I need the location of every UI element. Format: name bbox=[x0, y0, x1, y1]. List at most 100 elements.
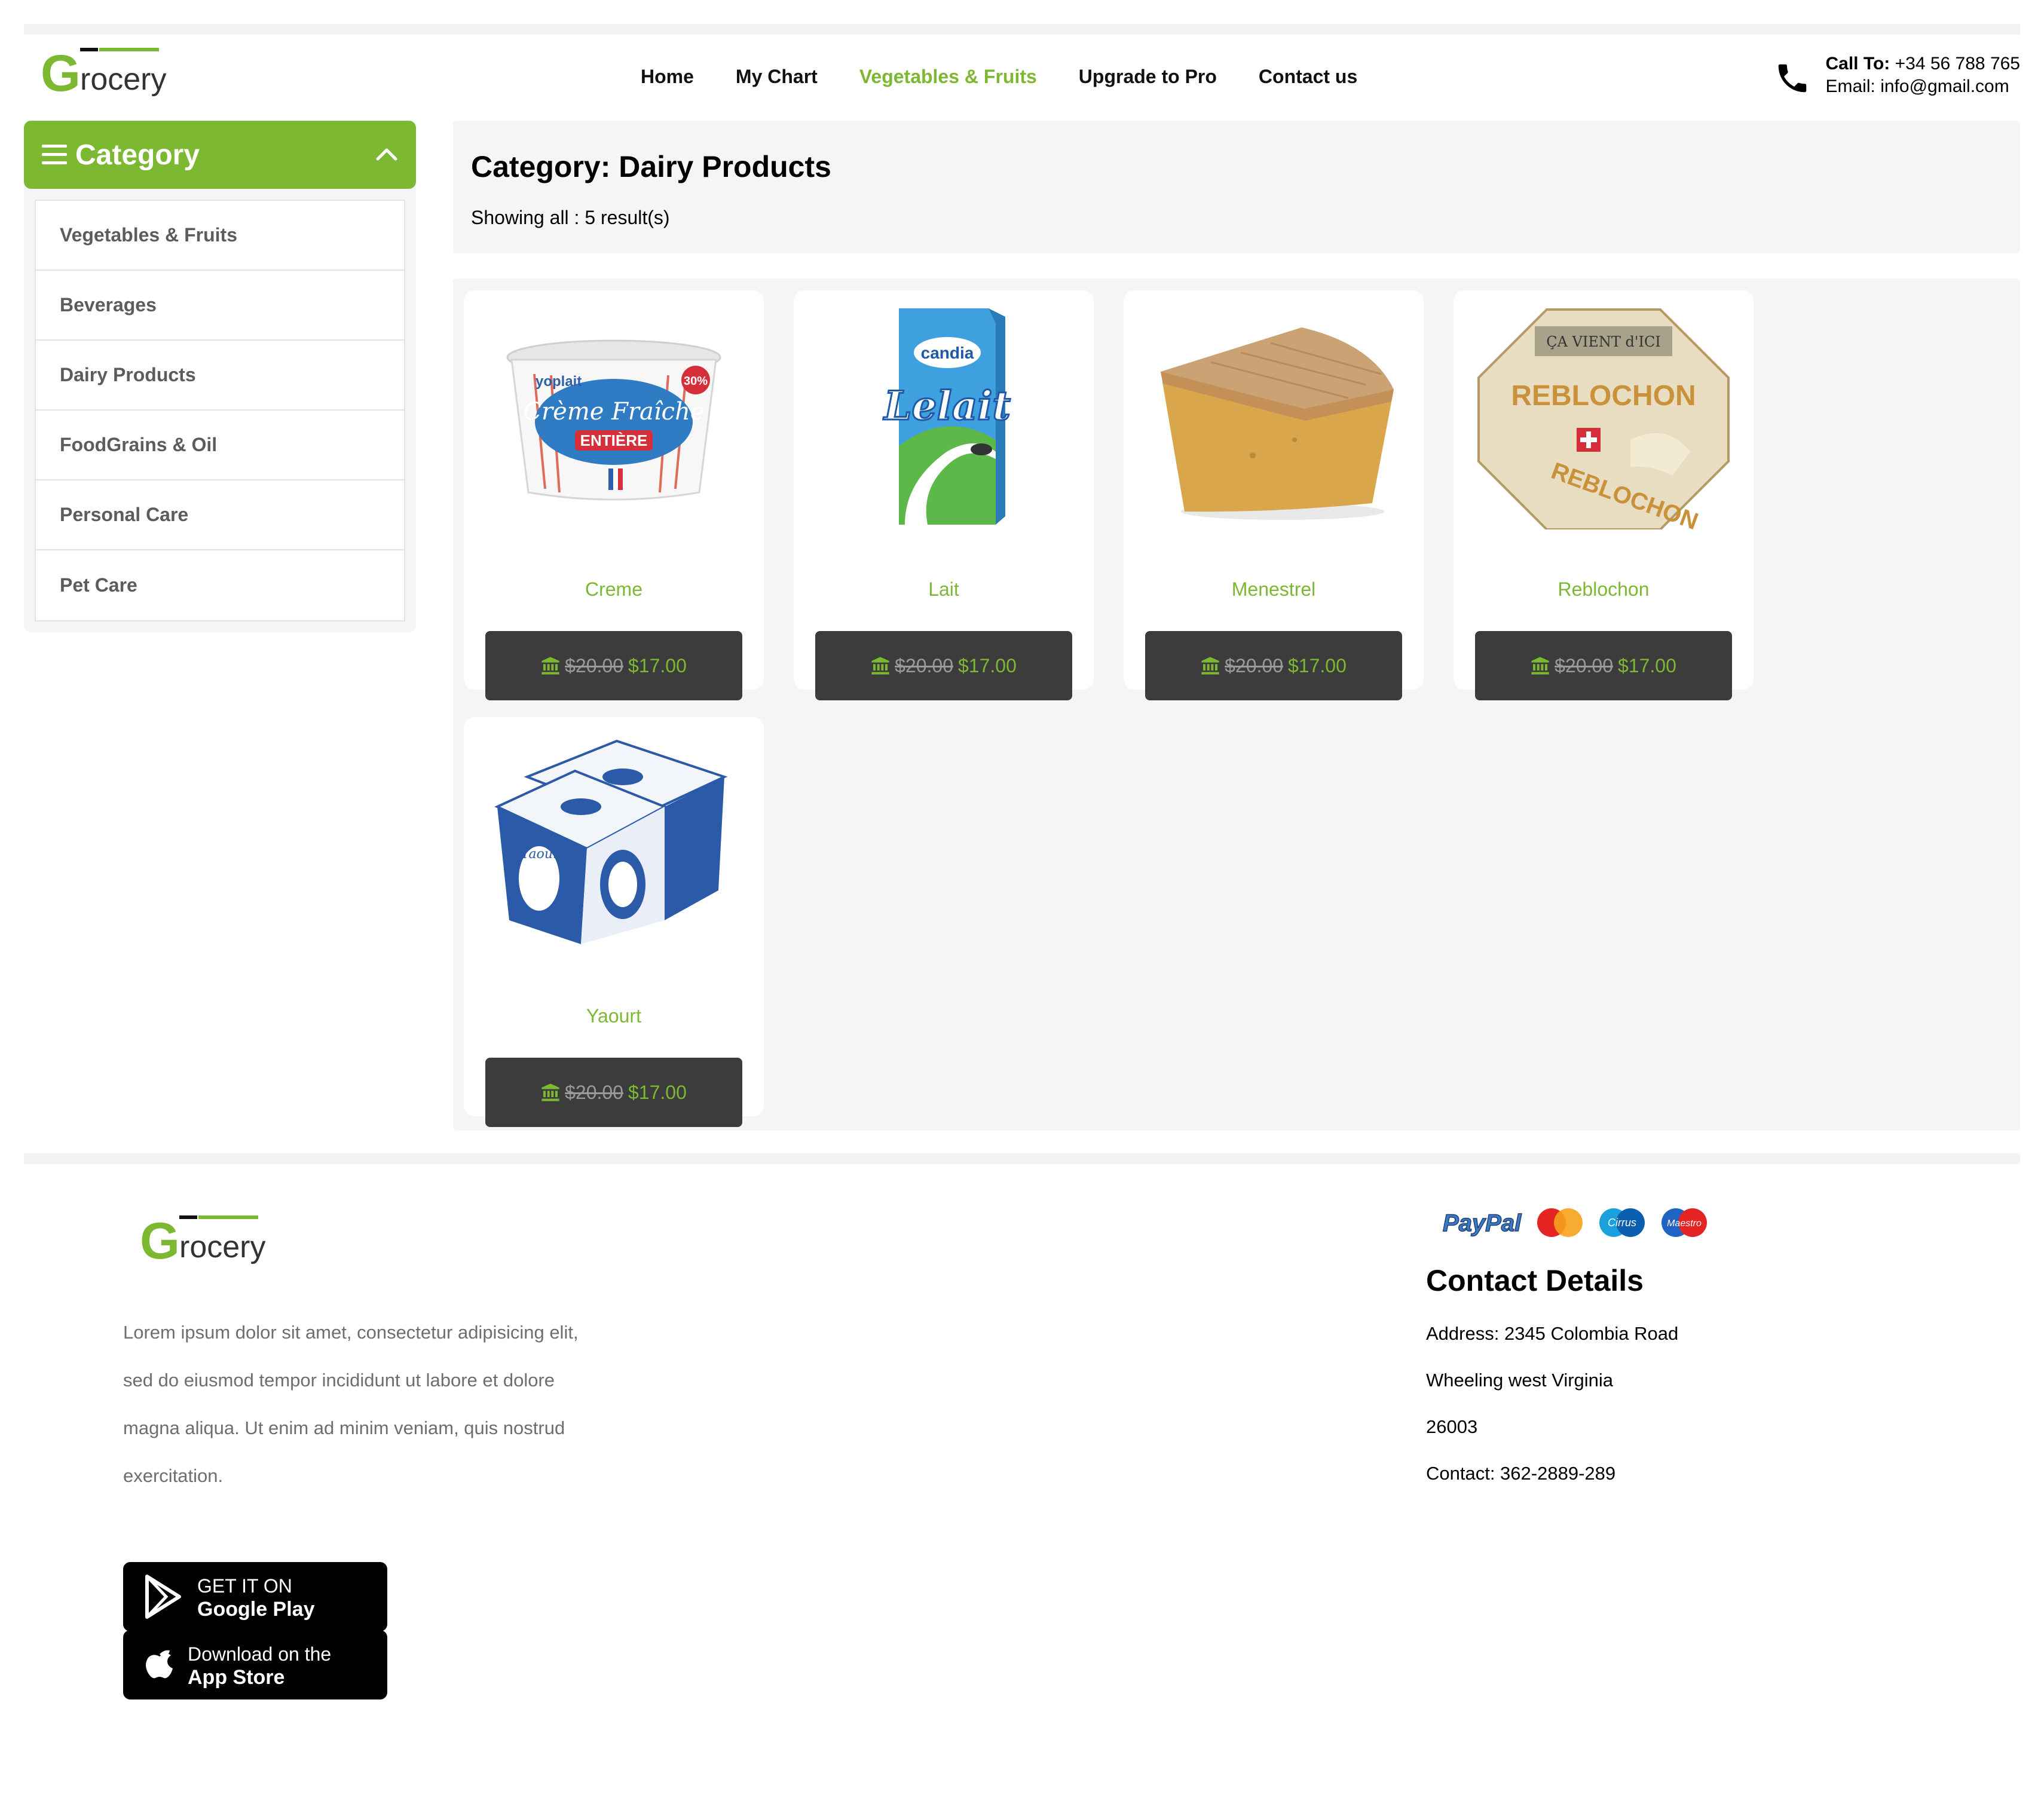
product-name[interactable]: Reblochon bbox=[1454, 578, 1754, 601]
phone-icon bbox=[1778, 64, 1807, 93]
product-name[interactable]: Yaourt bbox=[464, 1005, 764, 1027]
add-to-cart-button[interactable]: $20.00 $17.00 bbox=[485, 631, 742, 700]
svg-text:Yaourt: Yaourt bbox=[521, 847, 565, 862]
product-name[interactable]: Lait bbox=[794, 578, 1094, 601]
app-store-line1: Download on the bbox=[188, 1643, 332, 1665]
footer-grocery-logo[interactable]: G rocery bbox=[140, 1212, 301, 1266]
svg-text:Lelait: Lelait bbox=[883, 382, 1011, 429]
svg-text:G: G bbox=[41, 45, 81, 98]
product-name[interactable]: Menestrel bbox=[1124, 578, 1424, 601]
svg-text:yoplait: yoplait bbox=[536, 373, 582, 390]
svg-text:30%: 30% bbox=[684, 375, 708, 388]
svg-text:rocery: rocery bbox=[179, 1230, 265, 1264]
footer-about-line: magna aliqua. Ut enim ad minim veniam, q… bbox=[123, 1417, 565, 1438]
category-sidebar: Category Vegetables & Fruits Beverages D… bbox=[24, 121, 416, 632]
svg-text:REBLOCHON: REBLOCHON bbox=[1511, 380, 1696, 412]
category-item-vegetables-fruits[interactable]: Vegetables & Fruits bbox=[36, 201, 404, 271]
new-price: $17.00 bbox=[628, 654, 687, 676]
svg-text:PayPal: PayPal bbox=[1443, 1210, 1522, 1236]
svg-text:candia: candia bbox=[921, 344, 974, 362]
mastercard-icon bbox=[1537, 1208, 1583, 1237]
paypal-icon: PayPal bbox=[1442, 1209, 1522, 1237]
chevron-up-icon[interactable] bbox=[375, 145, 398, 163]
product-card[interactable]: Crème Fraîche ENTIÈRE yoplait 30% Creme … bbox=[464, 290, 764, 700]
contact-city-line: Wheeling west Virginia bbox=[1426, 1370, 1614, 1391]
lait-product-image[interactable]: candia Lelait bbox=[815, 302, 1072, 529]
product-card[interactable]: candia Lelait Lait $20.00 $17.00 bbox=[794, 290, 1094, 700]
site-header: G rocery Home My Chart Vegetables & Frui… bbox=[24, 35, 2020, 120]
contact-address-line: Address: 2345 Colombia Road bbox=[1426, 1323, 1679, 1344]
footer-divider bbox=[24, 1153, 2020, 1164]
add-to-cart-button[interactable]: $20.00 $17.00 bbox=[1145, 631, 1402, 700]
old-price: $20.00 bbox=[565, 654, 623, 676]
main-nav: Home My Chart Vegetables & Fruits Upgrad… bbox=[641, 66, 1357, 88]
contact-details-heading: Contact Details bbox=[1426, 1264, 1644, 1297]
app-store-button[interactable]: Download on the App Store bbox=[123, 1630, 387, 1699]
category-title: Category bbox=[75, 139, 200, 171]
menu-icon bbox=[42, 145, 67, 164]
bank-icon bbox=[1531, 657, 1549, 675]
contact-phone-line[interactable]: Contact: 362-2889-289 bbox=[1426, 1463, 1615, 1484]
old-price: $20.00 bbox=[565, 1081, 623, 1103]
nav-my-chart[interactable]: My Chart bbox=[736, 66, 818, 88]
old-price: $20.00 bbox=[895, 654, 953, 676]
bank-icon bbox=[541, 1083, 559, 1101]
product-card[interactable]: Yaourt Yaourt $20.00 $17.00 bbox=[464, 717, 764, 1127]
new-price: $17.00 bbox=[1618, 654, 1676, 676]
category-list: Vegetables & Fruits Beverages Dairy Prod… bbox=[35, 200, 405, 621]
category-item-beverages[interactable]: Beverages bbox=[36, 271, 404, 341]
contact-zip-line: 26003 bbox=[1426, 1416, 1478, 1437]
page-title: Category: Dairy Products bbox=[471, 150, 831, 183]
bank-icon bbox=[1201, 657, 1219, 675]
category-heading-box: Category: Dairy Products Showing all : 5… bbox=[453, 121, 2020, 253]
product-grid: Crème Fraîche ENTIÈRE yoplait 30% Creme … bbox=[453, 278, 2020, 1131]
google-play-icon bbox=[145, 1575, 181, 1619]
call-number[interactable]: +34 56 788 765 bbox=[1895, 54, 2020, 74]
add-to-cart-button[interactable]: $20.00 $17.00 bbox=[485, 1058, 742, 1127]
creme-product-image[interactable]: Crème Fraîche ENTIÈRE yoplait 30% bbox=[485, 302, 742, 529]
svg-text:Crème Fraîche: Crème Fraîche bbox=[523, 398, 704, 425]
add-to-cart-button[interactable]: $20.00 $17.00 bbox=[815, 631, 1072, 700]
menestrel-product-image[interactable] bbox=[1145, 302, 1402, 529]
header-contact: Call To: +34 56 788 765 Email: info@gmai… bbox=[1826, 53, 2021, 98]
category-header[interactable]: Category bbox=[24, 121, 416, 189]
category-item-pet-care[interactable]: Pet Care bbox=[36, 550, 404, 620]
add-to-cart-button[interactable]: $20.00 $17.00 bbox=[1475, 631, 1732, 700]
nav-vegetables-fruits[interactable]: Vegetables & Fruits bbox=[859, 66, 1037, 88]
bank-icon bbox=[541, 657, 559, 675]
footer-about-line: Lorem ipsum dolor sit amet, consectetur … bbox=[123, 1322, 579, 1343]
call-label: Call To: bbox=[1825, 54, 1890, 74]
nav-home[interactable]: Home bbox=[641, 66, 694, 88]
nav-contact-us[interactable]: Contact us bbox=[1259, 66, 1357, 88]
category-item-personal-care[interactable]: Personal Care bbox=[36, 480, 404, 550]
product-name[interactable]: Creme bbox=[464, 578, 764, 601]
email-address[interactable]: info@gmail.com bbox=[1880, 76, 2009, 96]
svg-text:G: G bbox=[140, 1212, 180, 1266]
new-price: $17.00 bbox=[628, 1081, 687, 1103]
grocery-logo[interactable]: G rocery bbox=[41, 44, 202, 98]
footer-about-line: sed do eiusmod tempor incididunt ut labo… bbox=[123, 1370, 555, 1391]
google-play-line1: GET IT ON bbox=[197, 1575, 292, 1597]
svg-text:rocery: rocery bbox=[80, 62, 166, 97]
google-play-button[interactable]: GET IT ON Google Play bbox=[123, 1562, 387, 1631]
apple-icon bbox=[146, 1650, 173, 1679]
new-price: $17.00 bbox=[1288, 654, 1347, 676]
svg-text:Maestro: Maestro bbox=[1667, 1218, 1702, 1229]
app-store-line2: App Store bbox=[188, 1666, 285, 1689]
product-card[interactable]: Menestrel $20.00 $17.00 bbox=[1124, 290, 1424, 700]
results-count: Showing all : 5 result(s) bbox=[471, 207, 670, 228]
bank-icon bbox=[871, 657, 889, 675]
svg-text:ÇA VIENT d'ICI: ÇA VIENT d'ICI bbox=[1546, 333, 1661, 350]
product-card[interactable]: ÇA VIENT d'ICI REBLOCHON REBLOCHON Reblo… bbox=[1454, 290, 1754, 700]
category-item-dairy-products[interactable]: Dairy Products bbox=[36, 341, 404, 411]
google-play-line2: Google Play bbox=[197, 1598, 315, 1621]
cirrus-icon: Cirrus bbox=[1599, 1208, 1645, 1237]
footer-about-line: exercitation. bbox=[123, 1465, 224, 1486]
category-item-foodgrains-oil[interactable]: FoodGrains & Oil bbox=[36, 411, 404, 480]
yaourt-product-image[interactable]: Yaourt bbox=[485, 729, 742, 956]
nav-upgrade-to-pro[interactable]: Upgrade to Pro bbox=[1079, 66, 1217, 88]
email-label: Email: bbox=[1825, 76, 1875, 96]
reblochon-product-image[interactable]: ÇA VIENT d'ICI REBLOCHON REBLOCHON bbox=[1475, 302, 1732, 529]
top-divider bbox=[24, 24, 2020, 35]
old-price: $20.00 bbox=[1225, 654, 1283, 676]
